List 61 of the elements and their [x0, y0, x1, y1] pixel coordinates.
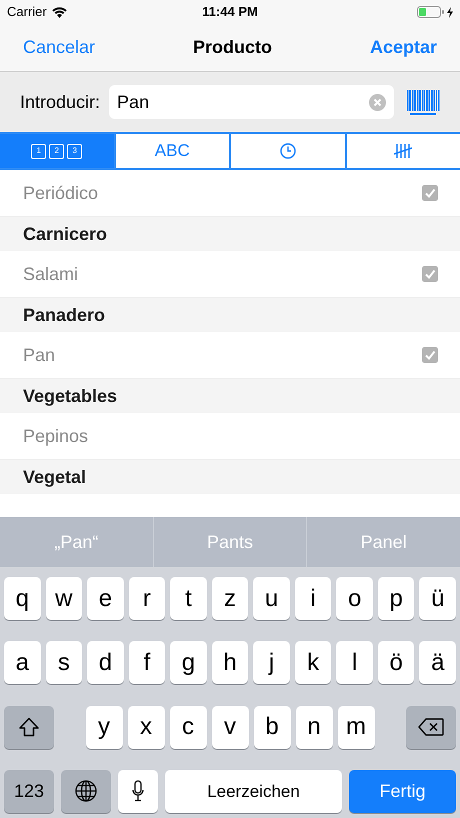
barcode-icon[interactable]: [407, 90, 440, 114]
section-header: Carnicero: [0, 217, 460, 251]
cancel-button[interactable]: Cancelar: [23, 34, 96, 61]
battery-icon: [417, 6, 445, 18]
shift-key[interactable]: [4, 706, 54, 749]
letter-key[interactable]: w: [46, 577, 82, 620]
section-header: Vegetal: [0, 460, 460, 494]
letter-key[interactable]: g: [170, 641, 207, 684]
letter-key[interactable]: ä: [419, 641, 456, 684]
letter-key[interactable]: f: [128, 641, 166, 684]
letter-key[interactable]: ö: [378, 641, 414, 684]
accept-button[interactable]: Aceptar: [370, 34, 437, 61]
letter-key[interactable]: a: [4, 641, 41, 684]
letter-key[interactable]: u: [253, 577, 290, 620]
nav-title: Producto: [193, 36, 272, 59]
microphone-key[interactable]: [118, 770, 158, 813]
letter-key[interactable]: z: [212, 577, 248, 620]
shift-arrow-icon[interactable]: [18, 717, 40, 738]
carrier-name: Carrier: [7, 3, 47, 22]
letter-key[interactable]: q: [4, 577, 41, 620]
backspace-key[interactable]: [406, 706, 456, 749]
space-key[interactable]: Leerzeichen: [165, 770, 342, 813]
letter-key[interactable]: r: [128, 577, 166, 620]
letter-key[interactable]: c: [170, 706, 206, 749]
letter-key[interactable]: v: [212, 706, 248, 749]
tally-marks-icon: [394, 143, 412, 159]
letter-key[interactable]: o: [336, 577, 373, 620]
status-time: 11:44 PM: [201, 3, 259, 22]
letter-key[interactable]: n: [296, 706, 332, 749]
checkbox-icon[interactable]: [422, 266, 438, 282]
clear-icon[interactable]: [369, 94, 386, 110]
section-header: Panadero: [0, 298, 460, 332]
numbers-key[interactable]: 123: [4, 770, 54, 813]
globe-icon: [75, 780, 97, 802]
letter-key[interactable]: t: [170, 577, 207, 620]
globe-key[interactable]: [61, 770, 111, 813]
section-header: Vegetables: [0, 379, 460, 413]
letter-key[interactable]: m: [338, 706, 374, 749]
letter-key[interactable]: ü: [419, 577, 456, 620]
letter-key[interactable]: l: [336, 641, 373, 684]
checkbox-icon[interactable]: [422, 347, 438, 363]
letter-key[interactable]: i: [294, 577, 332, 620]
letter-key[interactable]: y: [86, 706, 122, 749]
letter-key[interactable]: k: [294, 641, 332, 684]
letter-key[interactable]: s: [46, 641, 82, 684]
entry-field[interactable]: Pan: [109, 85, 394, 119]
clock-icon: [280, 143, 296, 159]
letter-key[interactable]: j: [253, 641, 290, 684]
numbers-tab[interactable]: 1 2 3: [0, 134, 114, 168]
letter-key[interactable]: h: [212, 641, 248, 684]
letter-key[interactable]: x: [128, 706, 164, 749]
entry-label: Introducir:: [20, 90, 100, 114]
letter-key[interactable]: e: [87, 577, 124, 620]
done-key[interactable]: Fertig: [349, 770, 456, 813]
wifi-icon: [52, 6, 67, 18]
letter-key[interactable]: d: [87, 641, 124, 684]
checkbox-icon[interactable]: [422, 185, 438, 201]
letter-key[interactable]: p: [378, 577, 414, 620]
backspace-icon: [418, 718, 444, 736]
microphone-icon: [132, 780, 144, 802]
letter-key[interactable]: b: [254, 706, 290, 749]
